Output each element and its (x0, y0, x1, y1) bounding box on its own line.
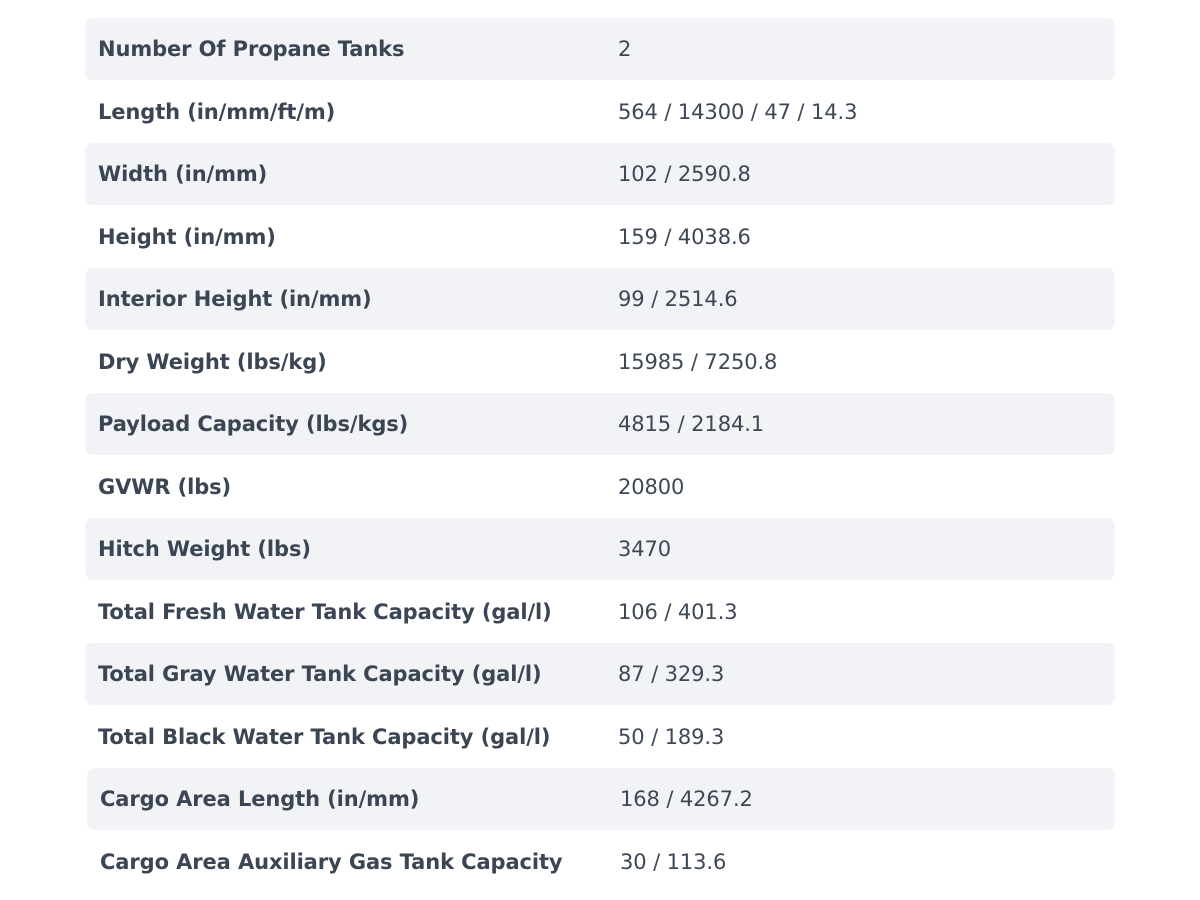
spec-row-dry-weight: Dry Weight (lbs/kg) 15985 / 7250.8 (85, 331, 1115, 393)
spec-row-height: Height (in/mm) 159 / 4038.6 (85, 206, 1115, 268)
spec-label: Cargo Area Length (in/mm) (100, 787, 420, 811)
spec-value: 99 / 2514.6 (618, 287, 738, 311)
spec-label: Payload Capacity (lbs/kgs) (98, 412, 409, 436)
spec-value: 4815 / 2184.1 (618, 412, 765, 436)
spec-value: 106 / 401.3 (618, 599, 738, 624)
spec-label: Hitch Weight (lbs) (98, 537, 311, 561)
spec-value: 2 (618, 37, 632, 61)
spec-value: 168 / 4267.2 (620, 787, 753, 811)
spec-row-fresh-water-capacity: Total Fresh Water Tank Capacity (gal/l) … (85, 581, 1115, 643)
spec-row-width: Width (in/mm) 102 / 2590.8 (85, 143, 1115, 205)
spec-value: 30 / 113.6 (620, 849, 727, 874)
spec-label: Length (in/mm/ft/m) (98, 99, 336, 124)
spec-label: Cargo Area Auxiliary Gas Tank Capacity (100, 849, 563, 874)
specs-table: Number Of Propane Tanks 2 Length (in/mm/… (85, 18, 1115, 893)
spec-label: Width (in/mm) (98, 162, 268, 186)
spec-row-gray-water-capacity: Total Gray Water Tank Capacity (gal/l) 8… (85, 643, 1115, 705)
spec-label: Interior Height (in/mm) (98, 287, 372, 311)
spec-value: 102 / 2590.8 (618, 162, 751, 186)
spec-row-number-of-propane-tanks: Number Of Propane Tanks 2 (85, 18, 1115, 80)
spec-row-hitch-weight: Hitch Weight (lbs) 3470 (85, 518, 1115, 580)
spec-row-cargo-area-length: Cargo Area Length (in/mm) 168 / 4267.2 (87, 768, 1115, 830)
spec-value: 564 / 14300 / 47 / 14.3 (618, 99, 858, 124)
spec-label: Total Fresh Water Tank Capacity (gal/l) (98, 599, 552, 624)
spec-row-payload-capacity: Payload Capacity (lbs/kgs) 4815 / 2184.1 (85, 393, 1115, 455)
spec-label: Dry Weight (lbs/kg) (98, 349, 327, 374)
spec-value: 159 / 4038.6 (618, 224, 751, 249)
spec-row-gvwr: GVWR (lbs) 20800 (85, 456, 1115, 518)
spec-row-length: Length (in/mm/ft/m) 564 / 14300 / 47 / 1… (85, 81, 1115, 143)
spec-value: 20800 (618, 474, 685, 499)
spec-value: 50 / 189.3 (618, 724, 725, 749)
spec-label: Number Of Propane Tanks (98, 37, 405, 61)
spec-value: 87 / 329.3 (618, 662, 725, 686)
spec-value: 3470 (618, 537, 672, 561)
spec-value: 15985 / 7250.8 (618, 349, 778, 374)
spec-label: Height (in/mm) (98, 224, 276, 249)
spec-row-black-water-capacity: Total Black Water Tank Capacity (gal/l) … (85, 706, 1115, 768)
spec-label: Total Gray Water Tank Capacity (gal/l) (98, 662, 542, 686)
spec-row-cargo-area-aux-gas-tank: Cargo Area Auxiliary Gas Tank Capacity 3… (87, 831, 1115, 893)
spec-label: GVWR (lbs) (98, 474, 232, 499)
spec-label: Total Black Water Tank Capacity (gal/l) (98, 724, 551, 749)
spec-row-interior-height: Interior Height (in/mm) 99 / 2514.6 (85, 268, 1115, 330)
